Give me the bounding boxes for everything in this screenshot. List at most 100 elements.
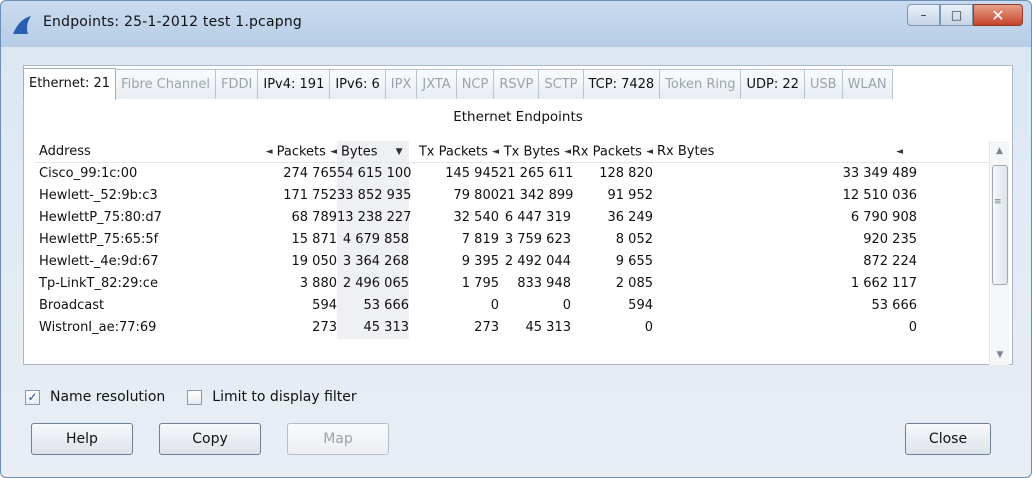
sort-left-icon: ◄ [896, 147, 903, 157]
table-header: Address ◄ Packets ◄ Bytes ▼ Tx Packets ◄… [35, 141, 989, 163]
cell-rx-bytes: 12 510 036 [842, 188, 917, 203]
cell-packets: 68 789 [291, 210, 338, 225]
help-button[interactable]: Help [31, 423, 133, 455]
copy-button[interactable]: Copy [159, 423, 261, 455]
tab-tcp[interactable]: TCP: 7428 [582, 69, 661, 99]
header-tx-packets[interactable]: Tx Packets ◄ [409, 141, 499, 162]
cell-address: Tp-LinkT_82:29:ce [39, 276, 158, 291]
tab-udp[interactable]: UDP: 22 [740, 69, 805, 99]
table-row[interactable]: HewlettP_75:80:d7 68 789 13 238 227 32 5… [35, 207, 989, 229]
sort-left-icon: ◄ [564, 147, 571, 157]
cell-rx-bytes: 920 235 [863, 232, 917, 247]
cell-tx-packets: 273 [474, 320, 499, 335]
cell-packets: 274 765 [283, 166, 337, 181]
maximize-button[interactable]: □ [940, 4, 973, 26]
endpoints-table: Address ◄ Packets ◄ Bytes ▼ Tx Packets ◄… [35, 141, 989, 339]
cell-tx-packets: 0 [490, 298, 499, 313]
header-bytes[interactable]: Bytes ▼ [337, 141, 409, 162]
cell-rx-bytes: 33 349 489 [842, 166, 917, 181]
cell-tx-bytes: 833 948 [517, 276, 571, 291]
cell-tx-packets: 9 395 [461, 254, 499, 269]
cell-bytes: 54 615 100 [337, 163, 411, 185]
cell-tx-bytes: 0 [562, 298, 571, 313]
window-controls: – □ ✕ [907, 4, 1023, 26]
scroll-thumb[interactable] [992, 165, 1008, 285]
sort-left-icon: ◄ [646, 147, 653, 157]
sort-left-icon: ◄ [265, 147, 273, 157]
table-row[interactable]: Tp-LinkT_82:29:ce 3 880 2 496 065 1 795 … [35, 273, 989, 295]
limit-filter-option[interactable]: Limit to display filter [187, 389, 357, 405]
title-bar[interactable]: Endpoints: 25-1-2012 test 1.pcapng – □ ✕ [1, 1, 1031, 47]
cell-tx-packets: 1 795 [461, 276, 499, 291]
table-row[interactable]: HewlettP_75:65:5f 15 871 4 679 858 7 819… [35, 229, 989, 251]
cell-rx-packets: 0 [644, 320, 653, 335]
tab-rsvp: RSVP [493, 69, 540, 99]
cell-tx-bytes: 2 492 044 [504, 254, 571, 269]
table-row[interactable]: WistronI_ae:77:69 273 45 313 273 45 313 … [35, 317, 989, 339]
table-row[interactable]: Hewlett-_4e:9d:67 19 050 3 364 268 9 395… [35, 251, 989, 273]
cell-rx-bytes: 0 [908, 320, 917, 335]
cell-address: WistronI_ae:77:69 [39, 320, 157, 335]
cell-bytes: 45 313 [337, 317, 409, 339]
options-row: ✓ Name resolution Limit to display filte… [25, 389, 379, 405]
header-address[interactable]: Address [35, 141, 249, 162]
cell-tx-bytes: 21 342 899 [499, 188, 574, 203]
scroll-up-icon[interactable]: ▲ [990, 141, 1009, 161]
header-rx-packets[interactable]: Rx Packets ◄ [571, 141, 653, 162]
button-row: Help Copy Map Close [31, 423, 991, 457]
table-row[interactable]: Broadcast 594 53 666 0 0 594 53 666 [35, 295, 989, 317]
header-address-label: Address [39, 144, 91, 159]
header-tx-packets-label: Tx Packets [418, 144, 488, 160]
cell-bytes: 53 666 [337, 295, 409, 317]
name-resolution-checkbox[interactable]: ✓ [25, 389, 40, 405]
cell-packets: 19 050 [291, 254, 338, 269]
endpoints-window: Endpoints: 25-1-2012 test 1.pcapng – □ ✕… [0, 0, 1032, 478]
cell-tx-bytes: 6 447 319 [504, 210, 571, 225]
header-bytes-label: Bytes [341, 144, 378, 160]
tab-ethernet[interactable]: Ethernet: 21 [23, 68, 117, 100]
cell-rx-packets: 9 655 [615, 254, 653, 269]
header-rx-bytes[interactable]: Rx Bytes ◄ [653, 141, 917, 162]
cell-rx-packets: 128 820 [599, 166, 653, 181]
minimize-button[interactable]: – [907, 4, 940, 26]
header-tx-bytes[interactable]: Tx Bytes ◄ [499, 141, 571, 162]
name-resolution-option[interactable]: ✓ Name resolution [25, 389, 165, 405]
cell-address: Hewlett-_4e:9d:67 [39, 254, 159, 269]
limit-filter-checkbox[interactable] [187, 389, 203, 405]
window-title: Endpoints: 25-1-2012 test 1.pcapng [43, 14, 302, 30]
cell-tx-packets: 79 800 [453, 188, 500, 203]
cell-bytes: 2 496 065 [337, 273, 409, 295]
table-row[interactable]: Cisco_99:1c:00 274 765 54 615 100 145 94… [35, 163, 989, 185]
cell-tx-packets: 7 819 [461, 232, 499, 247]
name-resolution-label: Name resolution [50, 389, 166, 405]
cell-tx-packets: 145 945 [445, 166, 499, 181]
cell-packets: 594 [312, 298, 337, 313]
tab-ncp: NCP [455, 69, 495, 99]
cell-packets: 3 880 [299, 276, 337, 291]
tab-ipv6[interactable]: IPv6: 6 [329, 69, 386, 99]
grip-icon: ≡ [994, 197, 1002, 207]
close-window-button[interactable]: ✕ [973, 4, 1023, 26]
tab-token-ring: Token Ring [659, 69, 742, 99]
table-scrollbar[interactable]: ▲ ≡ ▼ [989, 141, 1009, 365]
cell-address: HewlettP_75:80:d7 [39, 210, 162, 225]
scroll-down-icon[interactable]: ▼ [990, 345, 1010, 365]
cell-rx-bytes: 1 662 117 [850, 276, 917, 291]
tab-ipv4[interactable]: IPv4: 191 [257, 69, 331, 99]
cell-bytes: 3 364 268 [337, 251, 409, 273]
cell-tx-bytes: 45 313 [525, 320, 572, 335]
cell-bytes: 33 852 935 [337, 185, 411, 207]
cell-address: Broadcast [39, 298, 105, 313]
cell-packets: 273 [312, 320, 337, 335]
tab-wlan: WLAN [841, 69, 893, 99]
sort-left-icon: ◄ [492, 147, 499, 157]
cell-rx-packets: 8 052 [615, 232, 653, 247]
table-row[interactable]: Hewlett-_52:9b:c3 171 752 33 852 935 79 … [35, 185, 989, 207]
cell-address: Cisco_99:1c:00 [39, 166, 138, 181]
tab-sctp: SCTP [538, 69, 584, 99]
cell-bytes: 4 679 858 [337, 229, 409, 251]
header-packets[interactable]: ◄ Packets ◄ [249, 141, 337, 162]
close-button[interactable]: Close [905, 423, 991, 455]
cell-rx-bytes: 872 224 [863, 254, 917, 269]
header-tx-bytes-label: Tx Bytes [503, 144, 560, 160]
